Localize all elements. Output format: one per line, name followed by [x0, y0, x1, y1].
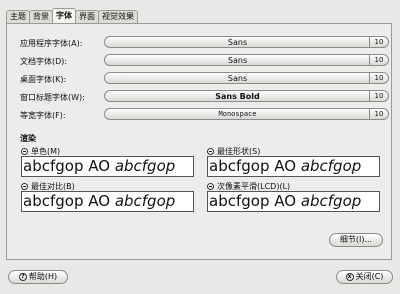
- help-label: 帮助(H): [28, 272, 58, 281]
- font-name: Sans: [227, 56, 248, 65]
- font-row-window-title: 窗口标题字体(W): Sans Bold 10: [20, 90, 390, 103]
- font-size: 10: [369, 37, 388, 47]
- tab-fonts[interactable]: 字体: [52, 8, 76, 23]
- radio-icon: [21, 183, 28, 190]
- fonts-panel: 应用程序字体(A): Sans 10 文档字体(D): Sans 10 桌面字体…: [6, 23, 392, 260]
- radio-icon: [207, 148, 214, 155]
- details-button[interactable]: 细节(I)...: [329, 233, 383, 247]
- preview-regular: abcfgop AO: [23, 157, 115, 175]
- font-row-document: 文档字体(D): Sans 10: [20, 54, 390, 67]
- close-button[interactable]: x 关闭(C): [336, 270, 393, 284]
- font-name: Monospace: [218, 110, 257, 118]
- font-label: 应用程序字体(A):: [20, 39, 83, 48]
- preview-best-contrast[interactable]: abcfgop AO abcfgop: [21, 191, 194, 212]
- preview-italic: abcfgop: [300, 192, 362, 210]
- window-title-font-button[interactable]: Sans Bold 10: [104, 90, 389, 102]
- font-label: 文档字体(D):: [20, 57, 68, 66]
- font-label: 桌面字体(K):: [20, 75, 67, 84]
- font-size: 10: [369, 55, 388, 65]
- tab-theme[interactable]: 主题: [6, 10, 30, 23]
- tab-background[interactable]: 背景: [29, 10, 53, 23]
- preview-best-shapes[interactable]: abcfgop AO abcfgop: [207, 156, 380, 177]
- help-icon: ?: [18, 273, 27, 281]
- radio-icon: [21, 148, 28, 155]
- font-row-application: 应用程序字体(A): Sans 10: [20, 36, 390, 49]
- tab-bar: 主题 背景 字体 界面 视觉效果: [6, 8, 138, 23]
- font-name: Sans: [227, 74, 248, 83]
- font-label: 等宽字体(F):: [20, 111, 66, 120]
- close-icon: x: [345, 273, 354, 281]
- rendering-title: 渲染: [20, 134, 36, 143]
- font-name: Sans Bold: [215, 92, 260, 101]
- tab-visual-effects[interactable]: 视觉效果: [98, 10, 138, 23]
- preview-monochrome[interactable]: abcfgop AO abcfgop: [21, 156, 194, 177]
- radio-icon: [207, 183, 214, 190]
- document-font-button[interactable]: Sans 10: [104, 54, 389, 66]
- preview-regular: abcfgop AO: [209, 157, 301, 175]
- font-row-desktop: 桌面字体(K): Sans 10: [20, 72, 390, 85]
- tab-interface[interactable]: 界面: [75, 10, 99, 23]
- preview-italic: abcfgop: [114, 157, 176, 175]
- font-size: 10: [369, 73, 388, 83]
- desktop-font-button[interactable]: Sans 10: [104, 72, 389, 84]
- font-name: Sans: [227, 38, 248, 47]
- preview-regular: abcfgop AO: [209, 192, 301, 210]
- preview-subpixel-lcd[interactable]: abcfgop AO abcfgop: [207, 191, 380, 212]
- close-label: 关闭(C): [355, 272, 384, 281]
- font-row-monospace: 等宽字体(F): Monospace 10: [20, 108, 390, 121]
- application-font-button[interactable]: Sans 10: [104, 36, 389, 48]
- help-button[interactable]: ? 帮助(H): [8, 270, 68, 284]
- preview-regular: abcfgop AO: [23, 192, 115, 210]
- font-size: 10: [369, 91, 388, 101]
- preview-italic: abcfgop: [114, 192, 176, 210]
- preview-italic: abcfgop: [300, 157, 362, 175]
- font-label: 窗口标题字体(W):: [20, 93, 85, 102]
- font-size: 10: [369, 109, 388, 119]
- monospace-font-button[interactable]: Monospace 10: [104, 108, 389, 120]
